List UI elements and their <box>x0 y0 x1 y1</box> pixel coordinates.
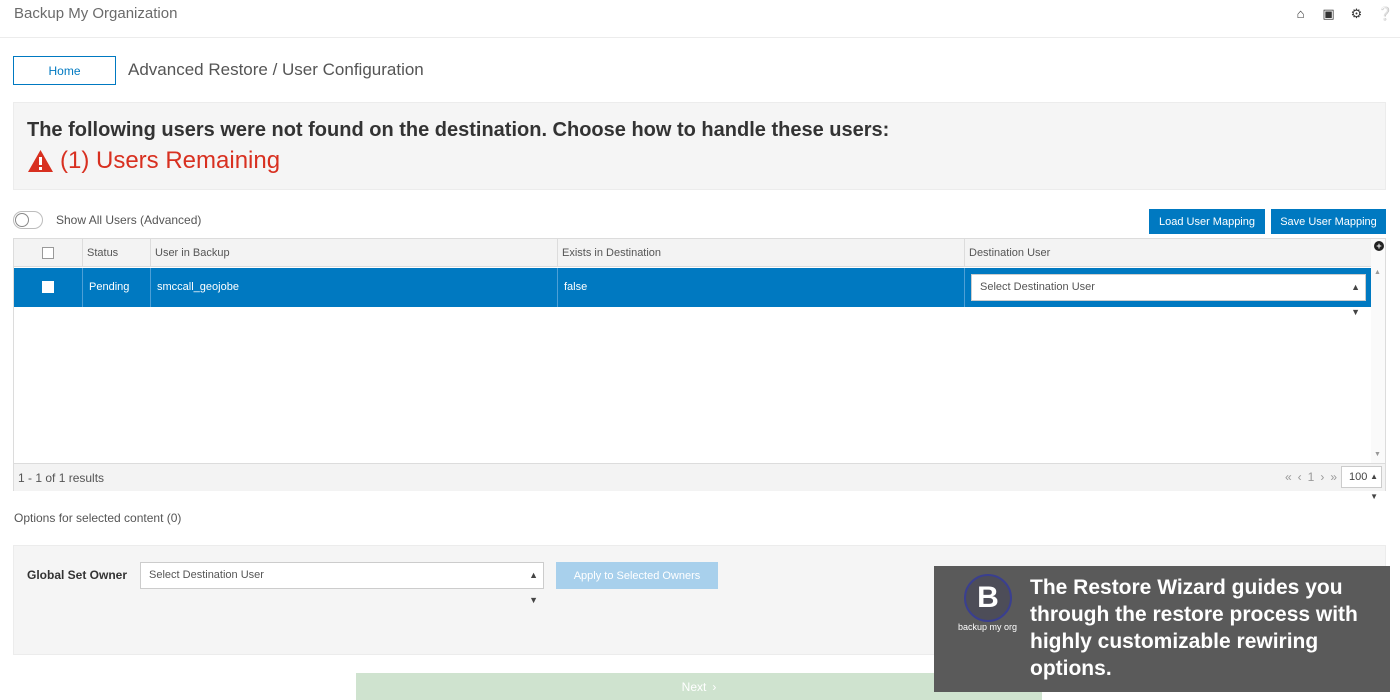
destination-user-select[interactable]: Select Destination User ▲ ▼ <box>971 274 1366 317</box>
toggle-label: Show All Users (Advanced) <box>56 213 202 227</box>
last-page-icon[interactable]: » <box>1330 470 1337 484</box>
row-exists-in-destination: false <box>558 268 965 307</box>
header-status[interactable]: Status <box>83 239 151 267</box>
grid-scrollbar[interactable]: + ▲ ▼ <box>1371 239 1385 463</box>
column-menu-icon[interactable]: + <box>1374 241 1384 251</box>
select-all-checkbox[interactable] <box>42 247 54 259</box>
pagination: « ‹ 1 › » <box>1285 470 1337 484</box>
header-user-in-backup[interactable]: User in Backup <box>151 239 558 267</box>
scroll-up-icon[interactable]: ▲ <box>1374 269 1381 276</box>
notice-heading: The following users were not found on th… <box>27 119 890 141</box>
global-owner-value: Select Destination User <box>149 569 264 581</box>
page-size-value: 100 <box>1349 471 1368 483</box>
header-exists-in-destination[interactable]: Exists in Destination <box>558 239 965 267</box>
id-card-icon[interactable]: ▣ <box>1321 6 1336 22</box>
toggle-knob <box>15 213 29 227</box>
global-owner-select[interactable]: Select Destination User ▲ ▼ <box>140 562 544 605</box>
scroll-down-icon[interactable]: ▼ <box>1374 451 1381 458</box>
results-count: 1 - 1 of 1 results <box>18 471 105 485</box>
logo: B backup my org <box>944 574 1018 634</box>
grid-footer: 1 - 1 of 1 results « ‹ 1 › » 100 ▲ ▼ <box>14 463 1385 501</box>
header-destination-user[interactable]: Destination User <box>965 239 1372 267</box>
logo-mark: B <box>964 574 1012 622</box>
promo-text: The Restore Wizard guides you through th… <box>1030 576 1358 680</box>
breadcrumb: Advanced Restore / User Configuration <box>128 60 424 79</box>
row-status: Pending <box>83 268 151 307</box>
select-all-cell <box>14 239 83 267</box>
remaining-text: (1) Users Remaining <box>60 147 281 174</box>
home-button[interactable]: Home <box>13 56 116 85</box>
gear-icon[interactable]: ⚙ <box>1349 6 1364 22</box>
top-icons: ⌂ ▣ ⚙ ❔ <box>1293 6 1394 22</box>
first-page-icon[interactable]: « <box>1285 470 1292 484</box>
grid-header: Status User in Backup Exists in Destinat… <box>14 239 1372 267</box>
notice-panel: The following users were not found on th… <box>13 102 1386 190</box>
save-user-mapping-button[interactable]: Save User Mapping <box>1271 209 1386 234</box>
page-size-arrows-icon: ▲ ▼ <box>1370 472 1378 501</box>
row-user-in-backup: smccall_geojobe <box>151 268 558 307</box>
prev-page-icon[interactable]: ‹ <box>1298 470 1302 484</box>
users-grid: Status User in Backup Exists in Destinat… <box>13 238 1386 501</box>
next-page-icon[interactable]: › <box>1320 470 1324 484</box>
table-row[interactable]: Pending smccall_geojobe false Select Des… <box>14 268 1372 317</box>
destination-user-value: Select Destination User <box>980 281 1095 293</box>
top-bar: Backup My Organization ⌂ ▣ ⚙ ❔ <box>0 0 1400 38</box>
home-icon[interactable]: ⌂ <box>1293 6 1308 22</box>
select-arrows-icon: ▲ ▼ <box>1351 282 1360 317</box>
chevron-right-icon: › <box>712 679 717 694</box>
row-checkbox[interactable] <box>42 281 54 293</box>
select-arrows-icon: ▲ ▼ <box>529 570 538 605</box>
load-user-mapping-button[interactable]: Load User Mapping <box>1149 209 1265 234</box>
app-title: Backup My Organization <box>14 5 178 22</box>
row-select-cell <box>14 268 83 307</box>
users-remaining: (1) Users Remaining <box>27 147 280 175</box>
help-icon[interactable]: ❔ <box>1377 6 1393 22</box>
options-label: Options for selected content (0) <box>14 511 182 525</box>
page-size-select[interactable]: 100 ▲ ▼ <box>1341 466 1382 501</box>
promo-overlay: B backup my org The Restore Wizard guide… <box>934 566 1390 692</box>
logo-text: backup my org <box>958 622 1018 632</box>
apply-to-selected-owners-button[interactable]: Apply to Selected Owners <box>556 562 718 589</box>
global-set-owner-label: Global Set Owner <box>27 568 128 582</box>
show-all-users-toggle[interactable] <box>13 211 43 229</box>
next-label: Next <box>681 679 707 694</box>
warning-icon <box>28 150 53 172</box>
page-number: 1 <box>1307 470 1315 484</box>
